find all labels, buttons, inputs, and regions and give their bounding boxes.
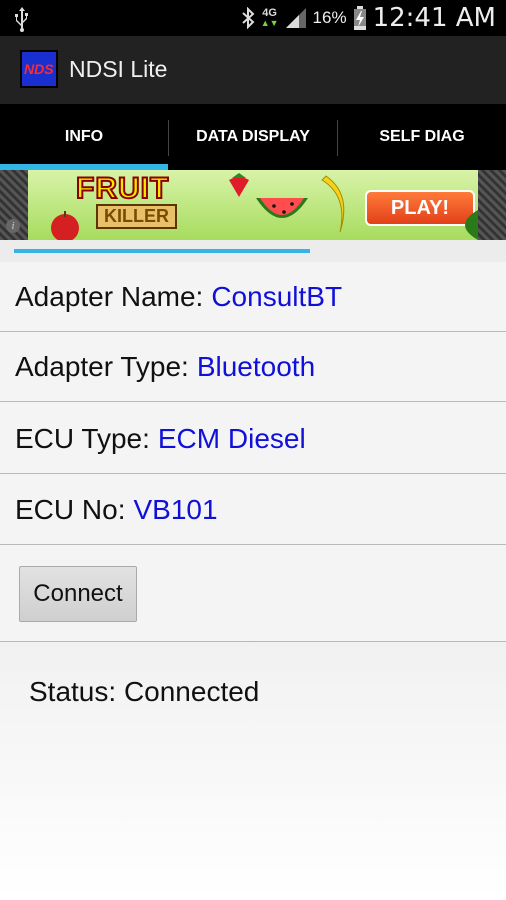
- app-title: NDSI Lite: [69, 56, 168, 82]
- connection-status: Status: Connected: [29, 676, 260, 707]
- connect-button[interactable]: Connect: [19, 566, 137, 622]
- network-4g-icon: 4G ▲▼: [260, 7, 279, 29]
- ecu-no-label: ECU No:: [15, 493, 126, 525]
- connect-area: Connect: [0, 546, 506, 642]
- status-area: Status: Connected: [0, 642, 506, 900]
- tab-info[interactable]: INFO: [0, 104, 168, 170]
- action-bar: NDS NDSI Lite: [0, 36, 506, 105]
- ad-side-pattern: [478, 170, 506, 240]
- ecu-type-value: ECM Diesel: [157, 422, 306, 454]
- loading-progress-bar: [0, 240, 506, 262]
- ecu-type-row: ECU Type: ECM Diesel: [0, 404, 506, 474]
- battery-charging-icon: [353, 6, 366, 30]
- adapter-name-label: Adapter Name:: [15, 280, 204, 312]
- ecu-no-row: ECU No: VB101: [0, 475, 506, 545]
- ad-info-icon[interactable]: i: [6, 219, 20, 233]
- status-bar: 4G ▲▼ 16% 12:41 AM: [0, 0, 506, 36]
- tab-data-display[interactable]: DATA DISPLAY: [169, 104, 337, 170]
- banana-icon: [321, 175, 345, 233]
- ad-bar: i FRUIT KILLER PLAY!: [0, 170, 506, 240]
- app-logo-icon[interactable]: NDS: [20, 50, 58, 88]
- tab-self-diag[interactable]: SELF DIAG: [338, 104, 506, 170]
- battery-percent: 16%: [312, 8, 347, 27]
- ecu-type-label: ECU Type:: [15, 422, 150, 454]
- adapter-name-row: Adapter Name: ConsultBT: [0, 262, 506, 332]
- ad-banner[interactable]: FRUIT KILLER PLAY!: [28, 170, 478, 240]
- signal-icon: [285, 8, 306, 28]
- strawberry-icon: [229, 173, 249, 197]
- adapter-type-value: Bluetooth: [196, 350, 316, 382]
- usb-icon: [15, 7, 28, 32]
- tab-bar: INFO DATA DISPLAY SELF DIAG: [0, 104, 506, 170]
- watermelon-icon: [256, 198, 308, 218]
- ad-logo: FRUIT KILLER: [75, 173, 177, 229]
- adapter-name-value: ConsultBT: [211, 280, 343, 312]
- ecu-no-value: VB101: [133, 493, 218, 525]
- adapter-type-row: Adapter Type: Bluetooth: [0, 332, 506, 402]
- bluetooth-icon: [242, 7, 255, 29]
- clock: 12:41 AM: [372, 3, 496, 33]
- watermelon-slice-icon: [465, 210, 478, 240]
- adapter-type-label: Adapter Type:: [15, 350, 189, 382]
- loading-progress-fill: [14, 249, 310, 253]
